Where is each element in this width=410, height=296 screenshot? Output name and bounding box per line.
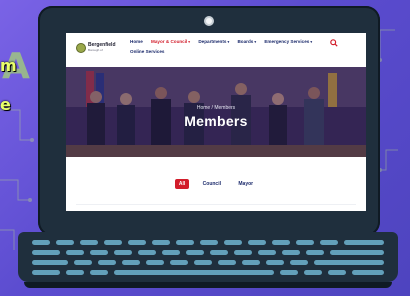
chevron-down-icon: ▾: [254, 40, 257, 44]
key: [176, 240, 194, 245]
key: [128, 240, 146, 245]
side-letter-m: m: [0, 56, 17, 75]
key: [104, 240, 122, 245]
key: [314, 260, 384, 265]
filter-mayor[interactable]: Mayor: [234, 179, 257, 189]
chevron-down-icon: ▾: [310, 40, 313, 44]
key: [344, 240, 384, 245]
member-filters: All Council Mayor: [66, 179, 366, 191]
filter-all[interactable]: All: [174, 179, 190, 189]
key: [320, 240, 338, 245]
hero-banner: Home / Members Members: [66, 67, 366, 157]
key: [66, 250, 84, 255]
site-header: Bergenfield Borough of Home Mayor & Coun…: [66, 33, 366, 67]
key: [330, 250, 384, 255]
keyboard: [32, 240, 384, 276]
key: [66, 270, 84, 275]
key: [56, 240, 74, 245]
nav-item-departments[interactable]: Departments▾: [198, 39, 229, 44]
main-nav: Home Mayor & Council▾ Departments▾ Board…: [130, 39, 319, 44]
laptop-edge: [24, 282, 392, 288]
nav-item-emergency-label: Emergency Services: [264, 39, 310, 44]
key: [282, 250, 300, 255]
laptop-base: [18, 232, 398, 290]
key: [32, 250, 60, 255]
key: [210, 250, 228, 255]
key: [90, 250, 108, 255]
key: [98, 260, 116, 265]
nav-item-boards[interactable]: Boards▾: [237, 39, 256, 44]
search-icon[interactable]: [330, 39, 338, 47]
chevron-down-icon: ▾: [227, 40, 230, 44]
logo-subtitle: Borough of: [88, 48, 103, 52]
key: [280, 270, 298, 275]
nav-item-emergency-services[interactable]: Emergency Services▾: [264, 39, 312, 44]
chevron-down-icon: ▾: [188, 40, 191, 44]
key: [218, 260, 236, 265]
key: [114, 250, 132, 255]
key: [248, 240, 266, 245]
side-decorative-text: A m e: [0, 40, 30, 130]
key: [74, 260, 92, 265]
breadcrumb: Home / Members: [196, 105, 236, 111]
spacebar: [114, 270, 274, 275]
webcam-icon: [204, 16, 214, 26]
divider: [76, 204, 356, 205]
key: [32, 240, 50, 245]
key: [80, 240, 98, 245]
nav-item-boards-label: Boards: [237, 39, 254, 44]
key: [32, 260, 68, 265]
nav-item-mayor-council[interactable]: Mayor & Council▾: [151, 39, 190, 44]
laptop-screen: Bergenfield Borough of Home Mayor & Coun…: [66, 33, 366, 211]
key: [224, 240, 242, 245]
key: [90, 270, 108, 275]
key: [352, 270, 384, 275]
key: [272, 240, 290, 245]
page-title: Members: [184, 113, 248, 129]
key: [138, 250, 156, 255]
key: [266, 260, 284, 265]
key: [306, 250, 324, 255]
key: [242, 260, 260, 265]
seal-icon: [76, 43, 86, 53]
site-logo[interactable]: Bergenfield Borough of: [76, 42, 116, 56]
key: [146, 260, 164, 265]
key: [152, 240, 170, 245]
key: [200, 240, 218, 245]
nav-item-home[interactable]: Home: [130, 39, 143, 44]
key: [258, 250, 276, 255]
key: [304, 270, 322, 275]
key: [122, 260, 140, 265]
key: [328, 270, 346, 275]
nav-item-online-services[interactable]: Online Services: [130, 49, 164, 54]
key: [290, 260, 308, 265]
key: [162, 250, 180, 255]
key: [32, 270, 60, 275]
nav-item-mayor-council-label: Mayor & Council: [151, 39, 188, 44]
key: [170, 260, 188, 265]
key: [296, 240, 314, 245]
key: [234, 250, 252, 255]
side-letter-e: e: [0, 95, 11, 114]
key: [186, 250, 204, 255]
key: [194, 260, 212, 265]
nav-item-departments-label: Departments: [198, 39, 227, 44]
hero-overlay: [66, 67, 366, 157]
filter-council[interactable]: Council: [199, 179, 225, 189]
